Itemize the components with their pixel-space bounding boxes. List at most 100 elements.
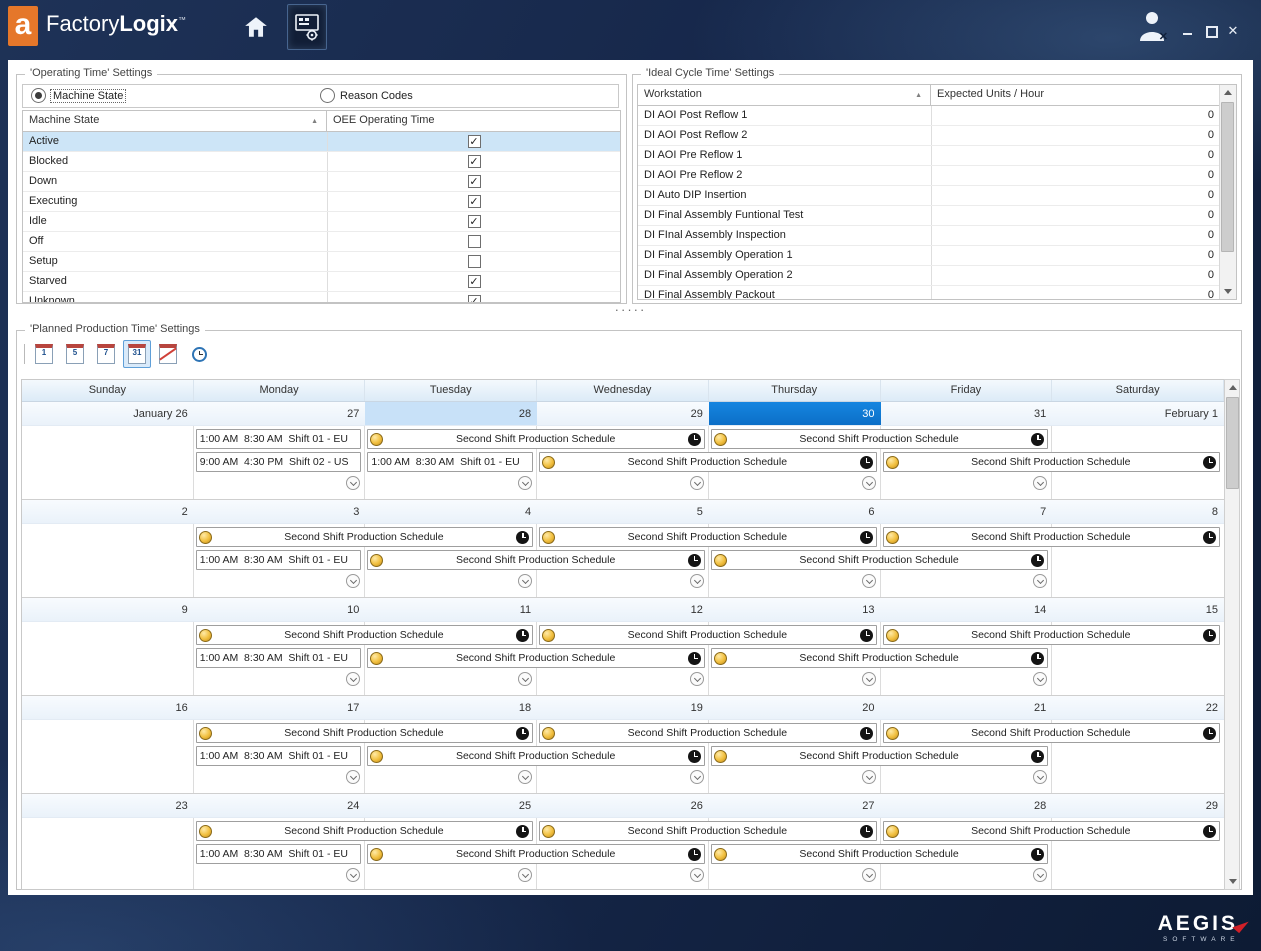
home-button[interactable]: [240, 12, 272, 42]
schedule-event[interactable]: Second Shift Production Schedule: [539, 452, 876, 472]
workstation-row[interactable]: DI AOI Post Reflow 20: [638, 126, 1220, 146]
workstation-row[interactable]: DI AOI Post Reflow 10: [638, 106, 1220, 126]
machine-state-row[interactable]: Setup: [23, 252, 620, 272]
expand-day-button[interactable]: [518, 476, 532, 490]
shift-event[interactable]: 1:00 AM 8:30 AM Shift 01 - EU: [196, 648, 362, 668]
date-cell[interactable]: 14: [881, 598, 1053, 622]
machine-state-row[interactable]: Idle✓: [23, 212, 620, 232]
machine-state-row[interactable]: Unknown✓: [23, 292, 620, 303]
date-cell[interactable]: February 1: [1052, 402, 1224, 426]
oee-checkbox[interactable]: [468, 255, 481, 268]
schedule-event[interactable]: Second Shift Production Schedule: [539, 625, 876, 645]
date-cell[interactable]: 6: [709, 500, 881, 524]
month-view-button[interactable]: 31: [123, 340, 151, 368]
scrollbar-thumb[interactable]: [1221, 102, 1234, 252]
schedule-event[interactable]: Second Shift Production Schedule: [711, 844, 1048, 864]
shift-event[interactable]: 1:00 AM 8:30 AM Shift 01 - EU: [196, 550, 362, 570]
reason-codes-radio[interactable]: Reason Codes: [320, 88, 413, 103]
expand-day-button[interactable]: [862, 868, 876, 882]
close-button[interactable]: ✕: [1225, 23, 1241, 39]
date-cell[interactable]: 15: [1052, 598, 1224, 622]
schedule-event[interactable]: Second Shift Production Schedule: [883, 625, 1220, 645]
date-cell[interactable]: 2: [22, 500, 194, 524]
machine-state-row[interactable]: Starved✓: [23, 272, 620, 292]
schedule-event[interactable]: Second Shift Production Schedule: [196, 723, 533, 743]
shift-event[interactable]: 9:00 AM 4:30 PM Shift 02 - US: [196, 452, 362, 472]
schedule-event[interactable]: Second Shift Production Schedule: [711, 550, 1048, 570]
date-cell[interactable]: 20: [709, 696, 881, 720]
schedule-event[interactable]: Second Shift Production Schedule: [196, 821, 533, 841]
schedule-event[interactable]: Second Shift Production Schedule: [196, 625, 533, 645]
date-cell[interactable]: 12: [537, 598, 709, 622]
week-view-button[interactable]: 7: [92, 340, 120, 368]
expand-day-button[interactable]: [862, 770, 876, 784]
expand-day-button[interactable]: [690, 770, 704, 784]
workstation-row[interactable]: DI Auto DIP Insertion0: [638, 186, 1220, 206]
machine-state-row[interactable]: Blocked✓: [23, 152, 620, 172]
schedule-event[interactable]: Second Shift Production Schedule: [539, 723, 876, 743]
expand-day-button[interactable]: [346, 476, 360, 490]
expand-day-button[interactable]: [346, 868, 360, 882]
oee-checkbox[interactable]: ✓: [468, 295, 481, 303]
date-cell[interactable]: 3: [194, 500, 366, 524]
scroll-down-button[interactable]: [1225, 874, 1240, 889]
date-cell[interactable]: 27: [194, 402, 366, 426]
date-cell[interactable]: 30: [709, 402, 881, 426]
oee-checkbox[interactable]: ✓: [468, 215, 481, 228]
workstation-row[interactable]: DI Final Assembly Operation 10: [638, 246, 1220, 266]
expand-day-button[interactable]: [518, 672, 532, 686]
minimize-button[interactable]: [1180, 23, 1196, 39]
schedule-event[interactable]: Second Shift Production Schedule: [367, 844, 704, 864]
date-cell[interactable]: 7: [881, 500, 1053, 524]
date-cell[interactable]: January 26: [22, 402, 194, 426]
expand-day-button[interactable]: [346, 770, 360, 784]
scrollbar-thumb[interactable]: [1226, 397, 1239, 489]
column-header-oee-operating-time[interactable]: OEE Operating Time: [327, 111, 620, 131]
schedule-event[interactable]: Second Shift Production Schedule: [711, 648, 1048, 668]
expand-day-button[interactable]: [518, 868, 532, 882]
workstation-table-scrollbar[interactable]: [1219, 85, 1236, 299]
sign-out-button[interactable]: ✕: [1135, 9, 1169, 45]
expand-day-button[interactable]: [690, 868, 704, 882]
date-cell[interactable]: 5: [537, 500, 709, 524]
date-cell[interactable]: 21: [881, 696, 1053, 720]
schedule-event[interactable]: Second Shift Production Schedule: [883, 821, 1220, 841]
date-cell[interactable]: 31: [881, 402, 1053, 426]
date-cell[interactable]: 28: [365, 402, 537, 426]
shift-event[interactable]: 1:00 AM 8:30 AM Shift 01 - EU: [196, 429, 362, 449]
workstation-row[interactable]: DI Final Assembly Operation 20: [638, 266, 1220, 286]
expand-day-button[interactable]: [346, 574, 360, 588]
date-cell[interactable]: 26: [537, 794, 709, 818]
machine-state-row[interactable]: Executing✓: [23, 192, 620, 212]
expand-day-button[interactable]: [1033, 672, 1047, 686]
oee-checkbox[interactable]: ✓: [468, 195, 481, 208]
machine-state-row[interactable]: Active✓: [23, 132, 620, 152]
expand-day-button[interactable]: [1033, 770, 1047, 784]
maximize-button[interactable]: [1203, 23, 1219, 39]
date-cell[interactable]: 11: [365, 598, 537, 622]
calendar-scrollbar[interactable]: [1224, 379, 1240, 890]
date-cell[interactable]: 28: [881, 794, 1053, 818]
expand-day-button[interactable]: [1033, 868, 1047, 882]
oee-checkbox[interactable]: ✓: [468, 135, 481, 148]
date-cell[interactable]: 29: [537, 402, 709, 426]
date-cell[interactable]: 10: [194, 598, 366, 622]
date-cell[interactable]: 24: [194, 794, 366, 818]
scroll-up-button[interactable]: [1220, 85, 1235, 100]
date-cell[interactable]: 23: [22, 794, 194, 818]
day-view-button[interactable]: 1: [30, 340, 58, 368]
expand-day-button[interactable]: [518, 574, 532, 588]
expand-day-button[interactable]: [1033, 476, 1047, 490]
schedule-event[interactable]: Second Shift Production Schedule: [883, 527, 1220, 547]
expand-day-button[interactable]: [862, 574, 876, 588]
expand-day-button[interactable]: [862, 476, 876, 490]
schedule-event[interactable]: Second Shift Production Schedule: [883, 723, 1220, 743]
date-cell[interactable]: 17: [194, 696, 366, 720]
workstation-row[interactable]: DI FInal Assembly Inspection0: [638, 226, 1220, 246]
oee-checkbox[interactable]: ✓: [468, 175, 481, 188]
hide-nonworking-button[interactable]: [154, 340, 182, 368]
column-header-expected-units[interactable]: Expected Units / Hour: [931, 85, 1220, 105]
expand-day-button[interactable]: [690, 672, 704, 686]
date-cell[interactable]: 18: [365, 696, 537, 720]
expand-day-button[interactable]: [690, 476, 704, 490]
